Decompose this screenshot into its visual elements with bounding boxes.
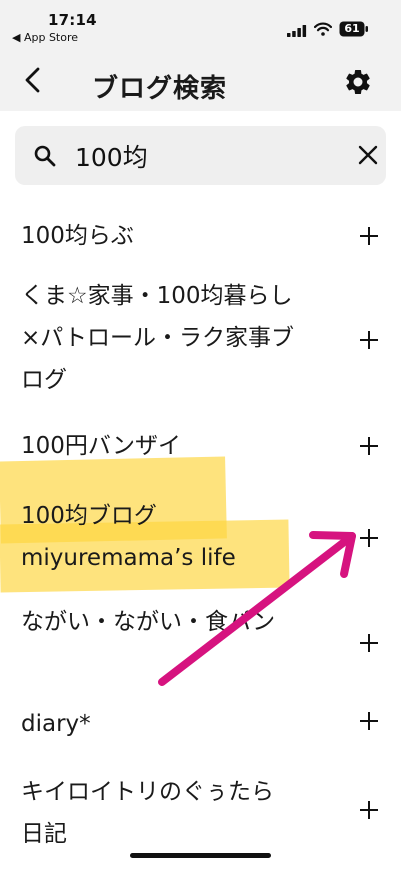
list-item[interactable]: 100均らぶ: [0, 215, 401, 257]
plus-icon[interactable]: [357, 224, 381, 248]
plus-icon[interactable]: [357, 709, 381, 733]
plus-icon[interactable]: [357, 631, 381, 655]
result-title: ながい・ながい・食パン: [21, 609, 276, 635]
plus-icon[interactable]: [357, 434, 381, 458]
list-item[interactable]: 100円バンザイ: [0, 425, 401, 467]
plus-icon[interactable]: [357, 798, 381, 822]
result-title: diary*: [21, 711, 91, 737]
back-to-app-store-link[interactable]: ◀ App Store: [12, 31, 78, 44]
search-icon: [34, 145, 56, 167]
chevron-left-icon[interactable]: [22, 67, 44, 93]
cellular-signal-icon: [287, 25, 307, 37]
status-bar: 17:14 ◀ App Store 61: [0, 0, 401, 50]
result-title: キイロイトリのぐぅたら日記: [21, 779, 274, 847]
result-title: 100均ブログ miyuremama’s life: [21, 503, 236, 571]
search-input[interactable]: [75, 136, 335, 176]
list-item[interactable]: くま☆家事・100均暮らし×パトロール・ラク家事ブログ: [0, 275, 401, 405]
wifi-icon: [314, 22, 332, 36]
list-item[interactable]: キイロイトリのぐぅたら日記: [0, 771, 401, 857]
list-item[interactable]: ながい・ながい・食パン: [0, 601, 401, 687]
plus-icon[interactable]: [357, 526, 381, 550]
result-title: 100均らぶ: [21, 223, 134, 249]
search-bar: [15, 126, 386, 185]
list-item[interactable]: diary*: [0, 703, 401, 745]
result-title: 100円バンザイ: [21, 433, 182, 459]
status-time: 17:14: [48, 11, 97, 29]
result-title: くま☆家事・100均暮らし×パトロール・ラク家事ブログ: [21, 283, 294, 393]
plus-icon[interactable]: [357, 328, 381, 352]
home-indicator: [130, 853, 271, 858]
gear-icon[interactable]: [343, 67, 373, 97]
battery-level: 61: [344, 22, 360, 35]
navigation-bar: ブログ検索: [0, 50, 401, 111]
battery-icon: 61: [339, 21, 369, 37]
list-item[interactable]: 100均ブログ miyuremama’s life: [0, 495, 401, 581]
close-icon[interactable]: [357, 144, 379, 166]
page-title: ブログ検索: [92, 74, 228, 104]
